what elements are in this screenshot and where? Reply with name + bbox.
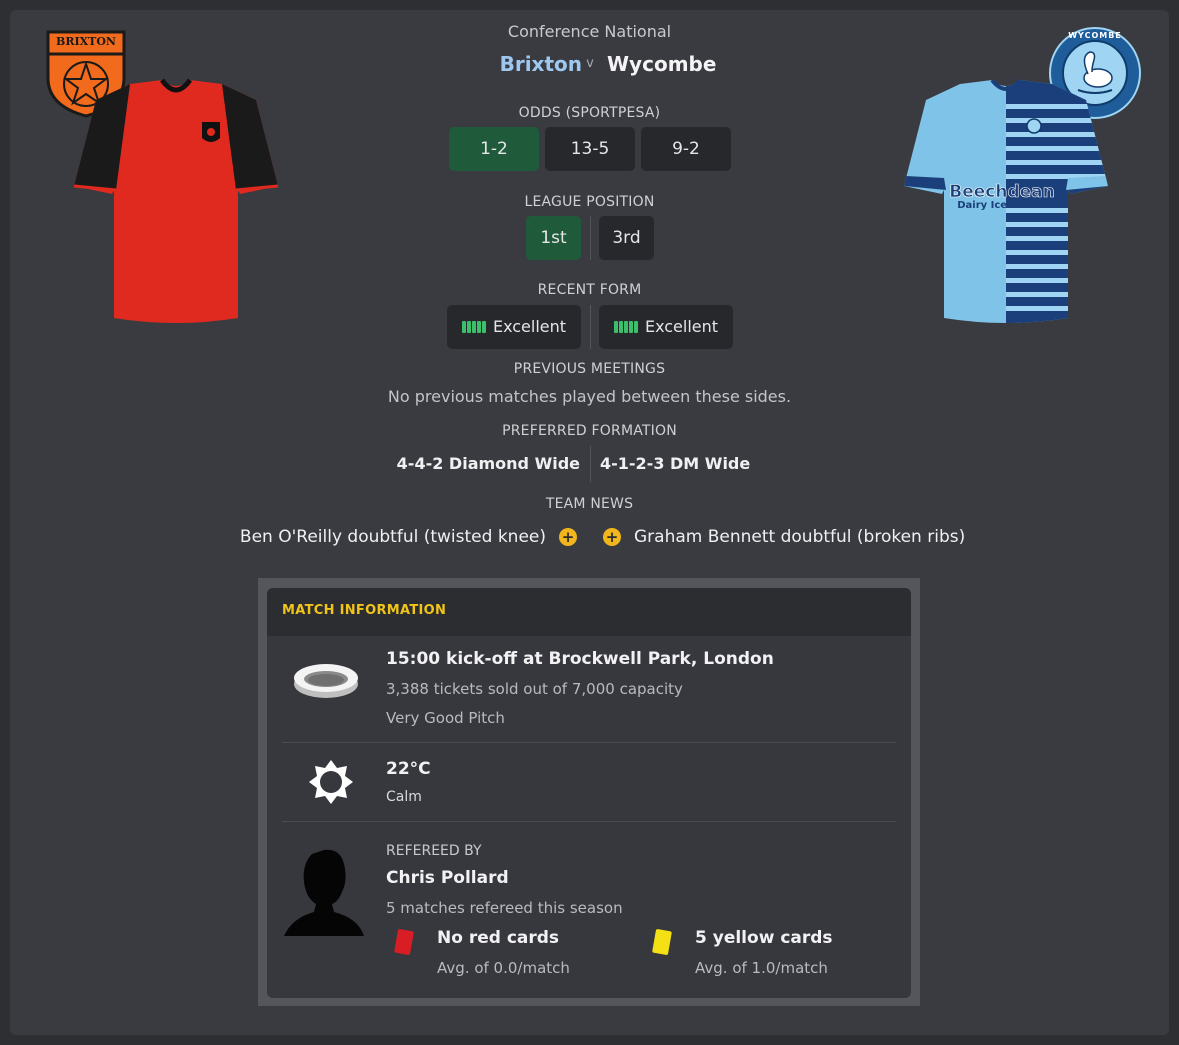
odds-away-win[interactable]: 9-2	[641, 127, 731, 171]
home-league-position: 1st	[526, 216, 581, 260]
kickoff-venue-text[interactable]: 15:00 kick-off at Brockwell Park, London	[386, 649, 774, 669]
team-news-label: TEAM NEWS	[545, 496, 634, 512]
home-team-name[interactable]: Brixton	[0, 52, 582, 76]
preferred-formation-label: PREFERRED FORMATION	[502, 423, 677, 439]
red-cards-average: Avg. of 0.0/match	[437, 959, 570, 977]
league-position-label: LEAGUE POSITION	[524, 194, 655, 210]
yellow-card-icon	[651, 928, 673, 956]
away-recent-form[interactable]: Excellent	[599, 305, 733, 349]
versus-label: v	[586, 56, 594, 71]
form-divider	[590, 305, 591, 349]
referee-matches-text: 5 matches refereed this season	[386, 899, 623, 917]
referee-name[interactable]: Chris Pollard	[386, 868, 509, 888]
home-formation: 4-4-2 Diamond Wide	[396, 454, 580, 473]
sun-weather-icon	[307, 758, 355, 806]
previous-meetings-label: PREVIOUS MEETINGS	[513, 361, 666, 377]
odds-draw[interactable]: 13-5	[545, 127, 635, 171]
pitch-condition-text: Very Good Pitch	[386, 709, 505, 727]
yellow-cards-average: Avg. of 1.0/match	[695, 959, 828, 977]
venue-divider	[282, 742, 896, 743]
home-team-news[interactable]: Ben O'Reilly doubtful (twisted knee)	[150, 527, 546, 547]
red-cards-text: No red cards	[437, 928, 560, 948]
formation-divider	[590, 446, 591, 482]
match-information-title: MATCH INFORMATION	[282, 603, 447, 618]
away-team-news[interactable]: Graham Bennett doubtful (broken ribs)	[634, 527, 1034, 547]
stadium-icon	[292, 660, 360, 700]
away-formation: 4-1-2-3 DM Wide	[600, 454, 751, 473]
yellow-cards-text: 5 yellow cards	[695, 928, 833, 948]
home-form-bars-icon	[461, 306, 487, 350]
position-divider	[590, 216, 591, 260]
referee-silhouette-avatar[interactable]	[284, 846, 366, 938]
wind-condition-text: Calm	[386, 789, 422, 805]
temperature-text: 22°C	[386, 759, 431, 779]
away-news-plus-icon[interactable]: +	[603, 528, 621, 546]
home-recent-form[interactable]: Excellent	[447, 305, 581, 349]
away-form-bars-icon	[613, 306, 639, 350]
previous-meetings-text: No previous matches played between these…	[387, 387, 792, 406]
odds-label: ODDS (SPORTPESA)	[518, 105, 661, 121]
away-form-text: Excellent	[644, 317, 719, 336]
weather-divider	[282, 821, 896, 822]
competition-name[interactable]: Conference National	[0, 22, 1179, 41]
recent-form-label: RECENT FORM	[537, 282, 642, 298]
odds-home-win[interactable]: 1-2	[449, 127, 539, 171]
away-team-name[interactable]: Wycombe	[607, 52, 907, 76]
refereed-by-label: REFEREED BY	[386, 843, 482, 859]
away-league-position: 3rd	[599, 216, 654, 260]
red-card-icon	[393, 928, 415, 956]
tickets-text: 3,388 tickets sold out of 7,000 capacity	[386, 680, 683, 698]
home-form-text: Excellent	[492, 317, 567, 336]
home-news-plus-icon[interactable]: +	[559, 528, 577, 546]
